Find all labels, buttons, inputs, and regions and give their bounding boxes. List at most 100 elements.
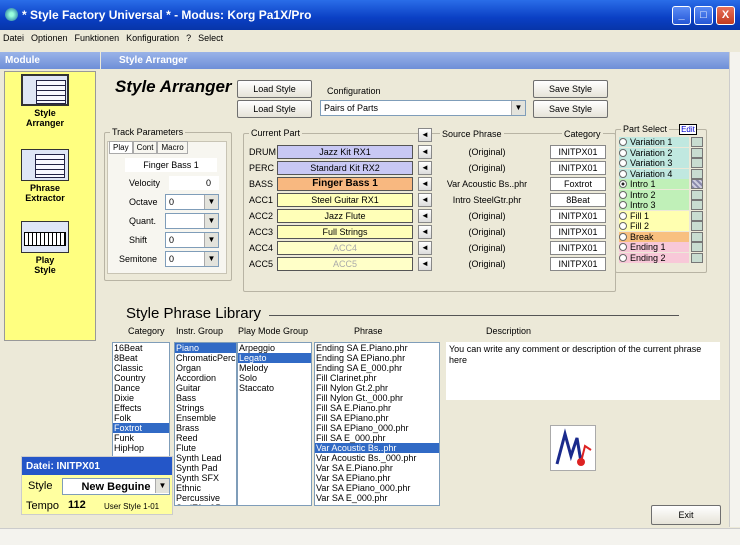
arrow-left-icon[interactable]: ◄: [418, 145, 432, 159]
list-item[interactable]: Brass: [175, 423, 236, 433]
menu-select[interactable]: Select: [198, 33, 223, 43]
part-select-radio[interactable]: Ending 1: [619, 242, 689, 252]
list-item[interactable]: Synth Lead: [175, 453, 236, 463]
list-item[interactable]: Classic: [113, 363, 169, 373]
minimize-button[interactable]: _: [672, 6, 691, 25]
menu-help[interactable]: ?: [186, 33, 191, 43]
part-select-swatch[interactable]: [691, 200, 703, 210]
part-select-radio[interactable]: Fill 1: [619, 210, 689, 221]
part-select-radio[interactable]: Variation 3: [619, 158, 689, 168]
chevron-down-icon[interactable]: ▼: [204, 214, 218, 228]
arrow-left-icon[interactable]: ◄: [418, 241, 432, 255]
arrow-left-icon[interactable]: ◄: [418, 161, 432, 175]
velocity-field[interactable]: 0: [169, 176, 219, 190]
list-item[interactable]: Ending SA EPiano.phr: [315, 353, 439, 363]
current-part-cell[interactable]: Jazz Kit RX1: [277, 145, 413, 159]
current-part-cell[interactable]: Steel Guitar RX1: [277, 193, 413, 207]
radio-icon[interactable]: [619, 148, 627, 157]
list-item[interactable]: Fill SA E_000.phr: [315, 433, 439, 443]
list-item[interactable]: Melody: [238, 363, 311, 373]
close-button[interactable]: X: [716, 6, 735, 25]
radio-icon[interactable]: [619, 190, 627, 199]
list-item[interactable]: Staccato: [238, 383, 311, 393]
list-item[interactable]: Ending SA E.Piano.phr: [315, 343, 439, 353]
radio-icon[interactable]: [619, 201, 627, 209]
list-item[interactable]: Bass: [175, 393, 236, 403]
list-item[interactable]: Guitar: [175, 383, 236, 393]
list-item[interactable]: Accordion: [175, 373, 236, 383]
menu-konfiguration[interactable]: Konfiguration: [126, 33, 179, 43]
category-list[interactable]: 16Beat 8Beat Classic Country Dance Dixie Effec…: [112, 342, 170, 458]
configuration-select[interactable]: Pairs of Parts ▼: [320, 100, 526, 116]
part-select-radio[interactable]: Break: [619, 231, 689, 242]
list-item[interactable]: Strings: [175, 403, 236, 413]
chevron-down-icon[interactable]: ▼: [204, 233, 218, 247]
list-item[interactable]: Var Acoustic Bs._000.phr: [315, 453, 439, 463]
part-select-edit-button[interactable]: Edit: [679, 124, 697, 135]
save-style-project-button[interactable]: Save Style Project: [533, 80, 608, 110]
part-select-radio[interactable]: Intro 3: [619, 200, 689, 210]
part-select-swatch[interactable]: [691, 242, 703, 252]
radio-icon[interactable]: [619, 169, 627, 178]
part-select-radio[interactable]: Variation 1: [619, 137, 689, 147]
list-item[interactable]: Flute: [175, 443, 236, 453]
radio-icon[interactable]: [619, 180, 627, 188]
list-item[interactable]: Funk: [113, 433, 169, 443]
list-item[interactable]: SndEfxs&Perc: [175, 503, 236, 505]
current-part-cell[interactable]: ACC4: [277, 241, 413, 255]
save-style-button[interactable]: Save Style: [533, 100, 608, 118]
part-select-radio[interactable]: Variation 4: [619, 168, 689, 179]
list-item[interactable]: Fill Nylon Gt.2.phr: [315, 383, 439, 393]
tab-macro[interactable]: Macro: [157, 141, 188, 154]
list-item[interactable]: 8Beat: [113, 353, 169, 363]
menu-funktionen[interactable]: Funktionen: [75, 33, 120, 43]
quant-select[interactable]: ▼: [165, 213, 219, 229]
list-item[interactable]: Effects: [113, 403, 169, 413]
list-item[interactable]: Legato: [238, 353, 311, 363]
list-item[interactable]: Synth SFX: [175, 473, 236, 483]
list-item[interactable]: Foxtrot: [113, 423, 169, 433]
horizontal-scrollbar[interactable]: [0, 528, 740, 545]
radio-icon[interactable]: [619, 211, 627, 220]
menu-datei[interactable]: Datei: [3, 33, 24, 43]
maximize-button[interactable]: □: [694, 6, 713, 25]
arrow-left-icon[interactable]: ◄: [418, 225, 432, 239]
list-item[interactable]: Organ: [175, 363, 236, 373]
part-select-swatch[interactable]: [691, 252, 703, 263]
list-item[interactable]: Solo: [238, 373, 311, 383]
exit-button[interactable]: Exit: [651, 505, 721, 525]
list-item[interactable]: Ensemble: [175, 413, 236, 423]
part-select-swatch[interactable]: [691, 147, 703, 158]
module-play-style[interactable]: Play Style: [19, 221, 71, 275]
load-style-project-button[interactable]: Load Style Project: [237, 80, 312, 110]
list-item[interactable]: Ending SA E_000.phr: [315, 363, 439, 373]
part-select-swatch[interactable]: [691, 137, 703, 147]
list-item[interactable]: Folk: [113, 413, 169, 423]
list-item[interactable]: Var Acoustic Bs..phr: [315, 443, 439, 453]
list-item[interactable]: Fill SA EPiano.phr: [315, 413, 439, 423]
play-mode-list[interactable]: Arpeggio Legato Melody Solo Staccato: [237, 342, 312, 506]
octave-select[interactable]: 0 ▼: [165, 194, 219, 210]
module-phrase-extractor[interactable]: Phrase Extractor: [19, 149, 71, 203]
list-item[interactable]: Var SA EPiano.phr: [315, 473, 439, 483]
part-select-swatch[interactable]: [691, 210, 703, 221]
part-select-swatch[interactable]: [691, 221, 703, 231]
description-field[interactable]: You can write any comment or description…: [446, 342, 720, 400]
arrow-left-icon[interactable]: ◄: [418, 177, 432, 191]
part-select-swatch[interactable]: [691, 231, 703, 242]
arrow-left-icon[interactable]: ◄: [418, 257, 432, 271]
list-item[interactable]: Fill Nylon Gt._000.phr: [315, 393, 439, 403]
current-part-cell[interactable]: Standard Kit RX2: [277, 161, 413, 175]
style-select[interactable]: New Beguine ▼: [62, 478, 170, 495]
menu-optionen[interactable]: Optionen: [31, 33, 68, 43]
list-item[interactable]: Dance: [113, 383, 169, 393]
instr-group-list[interactable]: Piano ChromaticPerc Organ Accordion Guitar Ba…: [174, 342, 237, 506]
current-part-cell[interactable]: Jazz Flute: [277, 209, 413, 223]
list-item[interactable]: Country: [113, 373, 169, 383]
list-item[interactable]: Fill Clarinet.phr: [315, 373, 439, 383]
list-item[interactable]: Dixie: [113, 393, 169, 403]
source-phrase-arrow-icon[interactable]: ◄: [418, 128, 432, 142]
list-item[interactable]: Var SA EPiano_000.phr: [315, 483, 439, 493]
radio-icon[interactable]: [619, 253, 627, 262]
list-item[interactable]: Ethnic: [175, 483, 236, 493]
